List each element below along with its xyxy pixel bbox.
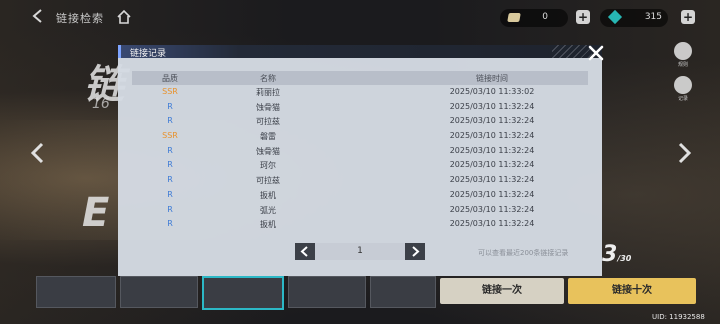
rarity-cell: R xyxy=(167,175,173,185)
name-cell: 可拉兹 xyxy=(256,176,280,186)
time-cell: 2025/03/10 11:32:24 xyxy=(449,116,535,126)
background-banner-subtitle: 16 xyxy=(92,96,110,112)
next-banner-icon[interactable] xyxy=(674,142,694,164)
name-cell: 蚀骨猫 xyxy=(256,102,280,112)
home-icon[interactable] xyxy=(116,9,132,25)
table-row: R 扳机 2025/03/10 11:32:24 xyxy=(132,217,588,232)
banner-card[interactable] xyxy=(370,276,436,308)
time-cell: 2025/03/10 11:32:24 xyxy=(449,219,535,229)
page-title: 链接检索 xyxy=(56,12,104,25)
rarity-cell: R xyxy=(167,116,173,126)
name-cell: 扳机 xyxy=(260,190,276,200)
currency-crystal-value: 315 xyxy=(644,12,662,22)
pull-once-button[interactable]: 链接一次 xyxy=(440,278,564,304)
rarity-cell: R xyxy=(167,189,173,199)
pull-ten-button[interactable]: 链接十次 xyxy=(568,278,696,304)
time-cell: 2025/03/10 11:32:24 xyxy=(449,189,535,199)
name-cell: 扳机 xyxy=(260,220,276,230)
name-cell: 弧光 xyxy=(260,205,276,215)
prev-banner-icon[interactable] xyxy=(28,142,48,164)
record-icon[interactable] xyxy=(674,76,692,94)
modal-header: 链接记录 xyxy=(118,45,602,59)
column-name: 名称 xyxy=(260,74,276,83)
table-row: R 可拉兹 2025/03/10 11:32:24 xyxy=(132,173,588,188)
table-row: R 蚀骨猫 2025/03/10 11:32:24 xyxy=(132,100,588,115)
top-bar: 链接检索 0 + 315 + xyxy=(0,0,720,36)
time-cell: 2025/03/10 11:32:24 xyxy=(449,204,535,214)
record-table: 品质 名称 链接时间 SSR 莉丽拉 2025/03/10 11:33:02 R 蚀骨猫… xyxy=(132,71,588,232)
table-row: R 珂尔 2025/03/10 11:32:24 xyxy=(132,158,588,173)
time-cell: 2025/03/10 11:32:24 xyxy=(449,175,535,185)
link-record-modal: 链接记录 品质 名称 链接时间 SSR 莉丽拉 2025/03/10 11:33:0… xyxy=(118,45,602,276)
pity-count: 3 xyxy=(602,242,618,267)
rarity-cell: R xyxy=(167,160,173,170)
banner-card[interactable] xyxy=(120,276,198,308)
rarity-cell: R xyxy=(167,145,173,155)
rarity-cell: R xyxy=(167,101,173,111)
currency-ticket-value: 0 xyxy=(542,12,548,22)
info-icon[interactable] xyxy=(674,42,692,60)
name-cell: 莉丽拉 xyxy=(256,88,280,97)
currency-crystal: 315 xyxy=(600,9,668,27)
name-cell: 可拉兹 xyxy=(256,117,280,127)
page-number: 1 xyxy=(315,243,405,260)
background-banner-letter: E xyxy=(82,190,110,236)
pity-count-suffix: /30 xyxy=(617,254,632,263)
uid-label: UID: 11932588 xyxy=(652,313,705,321)
table-row: R 可拉兹 2025/03/10 11:32:24 xyxy=(132,114,588,129)
table-row: SSR 磐雷 2025/03/10 11:32:24 xyxy=(132,129,588,144)
close-icon[interactable] xyxy=(586,43,606,63)
rarity-cell: R xyxy=(167,204,173,214)
records-label: 记录 xyxy=(677,96,688,102)
rules-label: 规则 xyxy=(677,62,688,68)
name-cell: 蚀骨猫 xyxy=(256,146,280,156)
prev-page-button[interactable] xyxy=(295,243,315,260)
table-row: SSR 莉丽拉 2025/03/10 11:33:02 xyxy=(132,85,588,100)
table-row: R 扳机 2025/03/10 11:32:24 xyxy=(132,188,588,203)
record-limit-hint: 可以查看最近200条链接记录 xyxy=(478,249,569,257)
add-crystal-button[interactable]: + xyxy=(681,10,695,24)
name-cell: 珂尔 xyxy=(260,161,276,171)
time-cell: 2025/03/10 11:32:24 xyxy=(449,160,535,170)
time-cell: 2025/03/10 11:33:02 xyxy=(449,87,535,96)
currency-ticket: 0 + xyxy=(500,9,590,27)
ticket-icon xyxy=(507,13,521,22)
modal-title: 链接记录 xyxy=(130,49,167,59)
rarity-cell: SSR xyxy=(162,87,178,96)
time-cell: 2025/03/10 11:32:24 xyxy=(449,131,535,141)
time-cell: 2025/03/10 11:32:24 xyxy=(449,101,535,111)
column-rarity: 品质 xyxy=(162,74,178,83)
table-row: R 弧光 2025/03/10 11:32:24 xyxy=(132,203,588,218)
name-cell: 磐雷 xyxy=(260,132,276,142)
next-page-button[interactable] xyxy=(405,243,425,260)
crystal-icon xyxy=(607,9,623,25)
banner-card[interactable] xyxy=(288,276,366,308)
rarity-cell: R xyxy=(167,219,173,229)
back-icon[interactable] xyxy=(30,8,46,24)
table-row: R 蚀骨猫 2025/03/10 11:32:24 xyxy=(132,144,588,159)
time-cell: 2025/03/10 11:32:24 xyxy=(449,145,535,155)
add-ticket-button[interactable]: + xyxy=(576,10,590,24)
banner-card[interactable] xyxy=(36,276,116,308)
banner-card-selected[interactable] xyxy=(202,276,284,310)
rarity-cell: SSR xyxy=(162,131,178,141)
column-time: 链接时间 xyxy=(476,74,508,83)
table-header: 品质 名称 链接时间 xyxy=(132,71,588,85)
pity-counter: 3/30 xyxy=(602,242,631,267)
